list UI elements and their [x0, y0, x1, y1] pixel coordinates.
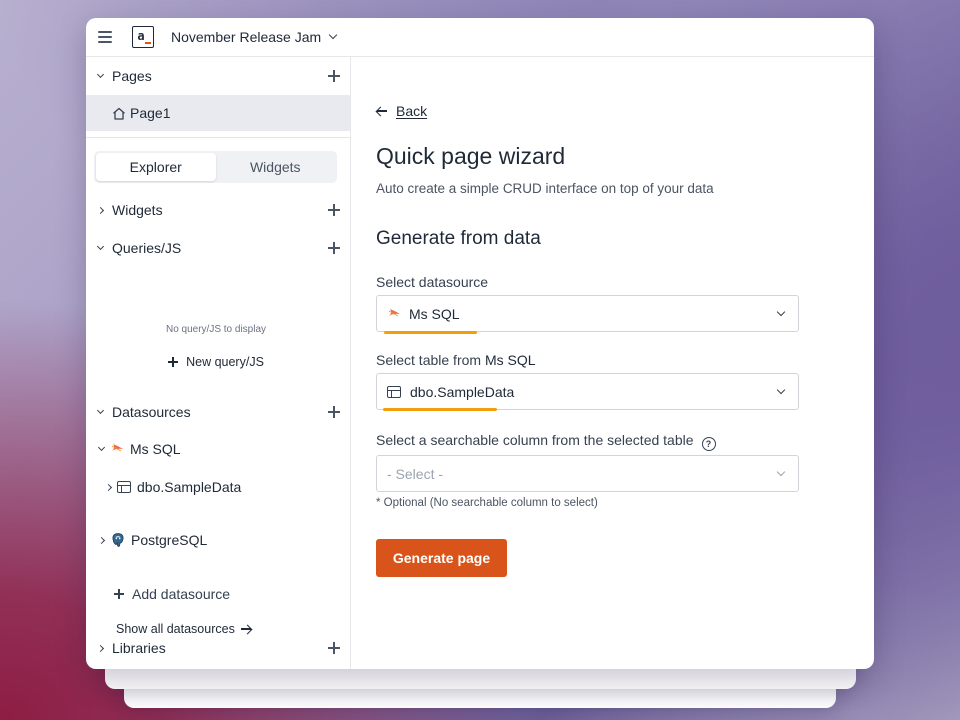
libraries-label: Libraries: [112, 640, 166, 656]
chevron-right-icon[interactable]: [95, 536, 107, 544]
empty-queries-note: No query/JS to display: [165, 324, 267, 335]
table-select-value: dbo.SampleData: [410, 383, 515, 400]
arrow-right-icon: [240, 624, 252, 634]
add-datasource-label: Add datasource: [132, 586, 231, 602]
top-bar: a November Release Jam: [86, 18, 874, 57]
page-subtitle: Auto create a simple CRUD interface on t…: [376, 181, 714, 196]
chevron-down-icon: [776, 467, 786, 477]
libraries-section-header[interactable]: Libraries: [86, 634, 350, 662]
new-query-button[interactable]: New query/JS: [86, 355, 346, 369]
table-label-prefix: Select table from: [376, 352, 485, 368]
mssql-icon: [388, 308, 400, 317]
add-widget-plus-icon[interactable]: [328, 204, 340, 216]
explorer-widgets-toggle: Explorer Widgets: [94, 151, 337, 183]
home-icon: [113, 107, 125, 120]
column-hint: * Optional (No searchable column to sele…: [376, 497, 598, 509]
column-select-placeholder: - Select -: [387, 465, 444, 482]
tab-explorer[interactable]: Explorer: [96, 153, 216, 181]
queries-section-header[interactable]: Queries/JS: [86, 234, 350, 262]
column-label-text: Select a searchable column from the sele…: [376, 432, 694, 448]
column-select[interactable]: - Select -: [376, 455, 799, 492]
chevron-right-icon[interactable]: [102, 483, 114, 491]
table-select[interactable]: dbo.SampleData: [376, 373, 799, 410]
sidebar: Pages Page1 Explorer Widgets Widgets Que…: [86, 57, 351, 669]
divider: [86, 137, 350, 138]
datasource-label: Select datasource: [376, 274, 489, 290]
chevron-down-icon: [776, 307, 786, 317]
add-library-plus-icon[interactable]: [328, 642, 340, 654]
chevron-down-icon[interactable]: [328, 30, 338, 40]
page-item-label: Page1: [130, 105, 171, 121]
app-logo-icon[interactable]: a: [132, 26, 154, 48]
datasources-label: Datasources: [112, 404, 191, 420]
generate-page-button[interactable]: Generate page: [376, 539, 507, 577]
table-icon: [387, 385, 401, 398]
add-datasource-plus-icon[interactable]: [328, 406, 340, 418]
widgets-label: Widgets: [112, 202, 163, 218]
chevron-down-icon[interactable]: [86, 70, 110, 79]
back-link[interactable]: Back: [376, 103, 427, 119]
chevron-right-icon[interactable]: [86, 644, 110, 652]
queries-label: Queries/JS: [112, 240, 182, 256]
plus-icon: [114, 589, 124, 599]
pages-label: Pages: [112, 68, 152, 84]
datasource-item-mssql[interactable]: Ms SQL: [86, 436, 350, 462]
add-page-plus-icon[interactable]: [328, 70, 340, 82]
new-query-label: New query/JS: [186, 355, 264, 369]
arrow-left-icon: [376, 106, 387, 116]
table-item-sampledata[interactable]: dbo.SampleData: [86, 474, 350, 500]
chevron-right-icon[interactable]: [86, 206, 110, 214]
app-name[interactable]: November Release Jam: [171, 29, 321, 45]
datasource-select[interactable]: Ms SQL: [376, 295, 799, 332]
help-icon[interactable]: ?: [701, 437, 716, 451]
postgresql-icon: [112, 533, 124, 547]
highlight-underline: [384, 331, 477, 334]
highlight-underline: [383, 408, 497, 411]
tab-widgets[interactable]: Widgets: [216, 153, 336, 181]
datasource-select-value: Ms SQL: [409, 305, 460, 322]
chevron-down-icon[interactable]: [86, 406, 110, 415]
datasource-name: Ms SQL: [130, 441, 181, 457]
table-icon: [117, 481, 131, 493]
table-label: Select table from Ms SQL: [376, 352, 536, 368]
datasources-section-header[interactable]: Datasources: [86, 398, 350, 426]
chevron-down-icon[interactable]: [95, 443, 107, 452]
section-heading: Generate from data: [376, 228, 541, 249]
main-content: Back Quick page wizard Auto create a sim…: [351, 57, 874, 669]
app-window: a November Release Jam Pages Page1 Explo…: [86, 18, 874, 669]
plus-icon: [168, 357, 179, 367]
back-label: Back: [396, 103, 428, 119]
add-query-plus-icon[interactable]: [328, 242, 340, 254]
page-title: Quick page wizard: [376, 143, 566, 169]
mssql-icon: [111, 444, 123, 452]
table-label-datasource: Ms SQL: [484, 352, 536, 368]
datasource-name: PostgreSQL: [131, 532, 208, 548]
chevron-down-icon: [776, 385, 786, 395]
table-name: dbo.SampleData: [137, 479, 242, 495]
datasource-item-postgresql[interactable]: PostgreSQL: [86, 527, 350, 553]
widgets-section-header[interactable]: Widgets: [86, 196, 350, 224]
pages-section-header[interactable]: Pages: [86, 62, 350, 90]
chevron-down-icon[interactable]: [86, 242, 110, 251]
add-datasource-button[interactable]: Add datasource: [114, 586, 230, 602]
column-label: Select a searchable column from the sele…: [376, 432, 716, 451]
sidebar-item-page1[interactable]: Page1: [86, 95, 350, 131]
menu-icon[interactable]: [98, 31, 112, 43]
